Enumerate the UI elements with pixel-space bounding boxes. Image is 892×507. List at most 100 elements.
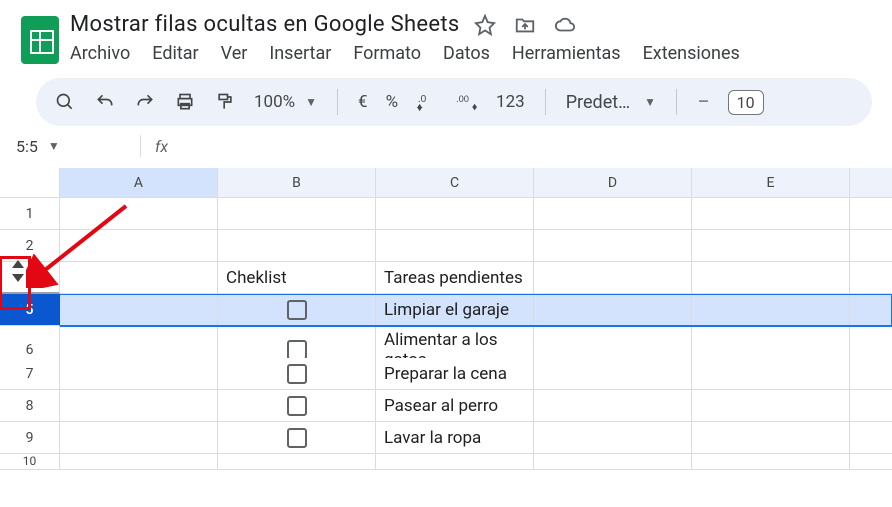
cell-A2[interactable]: [60, 230, 218, 262]
cell-E7[interactable]: [692, 358, 850, 390]
font-size-input[interactable]: 10: [728, 90, 764, 115]
cell-B1[interactable]: [218, 198, 376, 230]
menu-formato[interactable]: Formato: [353, 43, 421, 64]
cell-B5[interactable]: [218, 294, 376, 326]
cell-C5[interactable]: Limpiar el garaje: [376, 294, 534, 326]
redo-icon[interactable]: [134, 91, 156, 113]
cell-C1[interactable]: [376, 198, 534, 230]
cell-C9[interactable]: Lavar la ropa: [376, 422, 534, 454]
cell-A8[interactable]: [60, 390, 218, 422]
cell-tail-9[interactable]: [850, 422, 892, 454]
cell-tail-8[interactable]: [850, 390, 892, 422]
checkbox-icon[interactable]: [287, 396, 307, 416]
col-header-A[interactable]: A: [60, 168, 218, 198]
cell-tail-labelrow[interactable]: [850, 262, 892, 294]
row-header-9[interactable]: 9: [0, 422, 60, 454]
cell-B2[interactable]: [218, 230, 376, 262]
cell-tail-7[interactable]: [850, 358, 892, 390]
checkbox-icon[interactable]: [287, 300, 307, 320]
cell-B-labelrow[interactable]: Cheklist: [218, 262, 376, 294]
cell-E5[interactable]: [692, 294, 850, 326]
cell-E2[interactable]: [692, 230, 850, 262]
cell-D2[interactable]: [534, 230, 692, 262]
cell-A1[interactable]: [60, 198, 218, 230]
cell-tail-5[interactable]: [850, 294, 892, 326]
cell-C10[interactable]: [376, 454, 534, 470]
cloud-status-icon[interactable]: [554, 14, 576, 36]
cell-A5[interactable]: [60, 294, 218, 326]
row-header-hidden-gap[interactable]: [0, 262, 60, 294]
cell-C7[interactable]: Preparar la cena: [376, 358, 534, 390]
row-header-1[interactable]: 1: [0, 198, 60, 230]
number-format[interactable]: 123: [496, 92, 525, 112]
cell-E1[interactable]: [692, 198, 850, 230]
move-folder-icon[interactable]: [514, 14, 536, 36]
cell-D8[interactable]: [534, 390, 692, 422]
menu-insertar[interactable]: Insertar: [269, 43, 331, 64]
cell-D10[interactable]: [534, 454, 692, 470]
name-box[interactable]: 5:5: [16, 137, 38, 156]
cell-tail-1[interactable]: [850, 198, 892, 230]
checkbox-icon[interactable]: [287, 340, 307, 360]
cell-E8[interactable]: [692, 390, 850, 422]
cell-D9[interactable]: [534, 422, 692, 454]
cell-D5[interactable]: [534, 294, 692, 326]
format-percent[interactable]: %: [386, 92, 398, 112]
cell-E10[interactable]: [692, 454, 850, 470]
row-header-2[interactable]: 2: [0, 230, 60, 262]
row-header-8[interactable]: 8: [0, 390, 60, 422]
cell-D-labelrow[interactable]: [534, 262, 692, 294]
cell-D7[interactable]: [534, 358, 692, 390]
zoom-level[interactable]: 100%: [254, 92, 295, 112]
col-header-E[interactable]: E: [692, 168, 850, 198]
menu-extensiones[interactable]: Extensiones: [643, 43, 740, 64]
paint-format-icon[interactable]: [214, 91, 236, 113]
increase-decimals-icon[interactable]: .00: [456, 91, 478, 113]
decrease-decimals-icon[interactable]: .0: [416, 91, 438, 113]
cell-B8[interactable]: [218, 390, 376, 422]
checkbox-icon[interactable]: [287, 428, 307, 448]
print-icon[interactable]: [174, 91, 196, 113]
decrease-font-size[interactable]: −: [697, 90, 710, 115]
sheets-logo[interactable]: [21, 16, 59, 64]
font-family-select[interactable]: Predet…: [566, 92, 630, 113]
cell-E-labelrow[interactable]: [692, 262, 850, 294]
cell-D1[interactable]: [534, 198, 692, 230]
star-icon[interactable]: [474, 14, 496, 36]
col-header-tail[interactable]: [850, 168, 892, 198]
cell-B10[interactable]: [218, 454, 376, 470]
chevron-down-icon[interactable]: ▼: [305, 95, 317, 109]
menu-datos[interactable]: Datos: [443, 43, 490, 64]
doc-title[interactable]: Mostrar filas ocultas en Google Sheets: [70, 12, 460, 37]
unhide-rows-handle[interactable]: [10, 260, 26, 282]
cell-C-labelrow[interactable]: Tareas pendientes: [376, 262, 534, 294]
menu-ver[interactable]: Ver: [221, 43, 248, 64]
col-header-C[interactable]: C: [376, 168, 534, 198]
menu-archivo[interactable]: Archivo: [70, 43, 130, 64]
cell-A10[interactable]: [60, 454, 218, 470]
cell-E9[interactable]: [692, 422, 850, 454]
cell-A-labelrow[interactable]: [60, 262, 218, 294]
row-header-10[interactable]: 10: [0, 454, 60, 470]
cell-A9[interactable]: [60, 422, 218, 454]
format-currency[interactable]: €: [358, 92, 368, 112]
select-all-corner[interactable]: [0, 168, 60, 198]
cell-A7[interactable]: [60, 358, 218, 390]
chevron-down-icon[interactable]: ▼: [48, 139, 60, 153]
cell-C8[interactable]: Pasear al perro: [376, 390, 534, 422]
cell-C2[interactable]: [376, 230, 534, 262]
chevron-down-icon[interactable]: ▼: [644, 95, 656, 109]
cell-tail-10[interactable]: [850, 454, 892, 470]
cell-B9[interactable]: [218, 422, 376, 454]
search-icon[interactable]: [54, 91, 76, 113]
row-header-5[interactable]: 5: [0, 294, 60, 326]
menu-editar[interactable]: Editar: [152, 43, 198, 64]
col-header-B[interactable]: B: [218, 168, 376, 198]
col-header-D[interactable]: D: [534, 168, 692, 198]
checkbox-icon[interactable]: [287, 364, 307, 384]
menu-herramientas[interactable]: Herramientas: [512, 43, 621, 64]
row-header-7[interactable]: 7: [0, 358, 60, 390]
cell-B7[interactable]: [218, 358, 376, 390]
undo-icon[interactable]: [94, 91, 116, 113]
cell-tail-2[interactable]: [850, 230, 892, 262]
